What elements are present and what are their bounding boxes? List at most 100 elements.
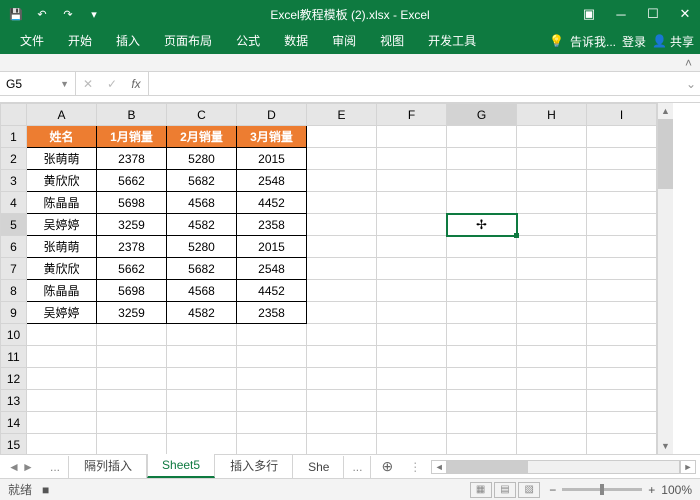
sheet-overflow-right[interactable]: ... <box>344 456 371 478</box>
cell[interactable] <box>517 412 587 434</box>
cell[interactable] <box>587 214 657 236</box>
cell[interactable] <box>307 280 377 302</box>
cell[interactable] <box>377 324 447 346</box>
hscroll-right-icon[interactable]: ► <box>680 460 696 474</box>
cell[interactable] <box>517 280 587 302</box>
cell[interactable] <box>167 346 237 368</box>
zoom-slider[interactable] <box>562 488 642 491</box>
sheet-nav-next-icon[interactable]: ► <box>22 460 34 474</box>
cell[interactable] <box>97 324 167 346</box>
cell[interactable] <box>237 368 307 390</box>
cell[interactable] <box>27 346 97 368</box>
cell[interactable] <box>447 126 517 148</box>
col-header[interactable]: G <box>447 104 517 126</box>
name-box-dropdown-icon[interactable]: ▼ <box>60 79 69 89</box>
cell[interactable]: 4452 <box>237 280 307 302</box>
cell[interactable] <box>587 302 657 324</box>
cell[interactable] <box>307 346 377 368</box>
cell[interactable] <box>167 412 237 434</box>
cell[interactable] <box>27 434 97 455</box>
collapse-ribbon-icon[interactable]: ˄ <box>685 56 692 70</box>
ribbon-options-icon[interactable]: ▣ <box>574 0 604 28</box>
cell[interactable] <box>447 170 517 192</box>
cell[interactable]: 3259 <box>97 214 167 236</box>
cell[interactable]: 4568 <box>167 280 237 302</box>
cell[interactable] <box>517 434 587 455</box>
save-icon[interactable]: 💾 <box>6 4 26 24</box>
cell[interactable] <box>97 346 167 368</box>
col-header[interactable]: B <box>97 104 167 126</box>
cell[interactable]: 4582 <box>167 302 237 324</box>
cell[interactable] <box>307 302 377 324</box>
page-break-view-icon[interactable]: ▧ <box>518 482 540 498</box>
cell[interactable]: 2月销量 <box>167 126 237 148</box>
row-header[interactable]: 8 <box>1 280 27 302</box>
ribbon-tab-1[interactable]: 开始 <box>56 27 104 54</box>
enter-formula-icon[interactable]: ✓ <box>100 77 124 91</box>
cell[interactable] <box>377 126 447 148</box>
cell[interactable] <box>377 302 447 324</box>
cell[interactable] <box>447 302 517 324</box>
row-header[interactable]: 2 <box>1 148 27 170</box>
cell[interactable] <box>377 412 447 434</box>
cell[interactable] <box>517 214 587 236</box>
cell[interactable] <box>377 258 447 280</box>
col-header[interactable]: A <box>27 104 97 126</box>
sheet-tab[interactable]: 隔列插入 <box>69 453 147 478</box>
ribbon-tab-7[interactable]: 视图 <box>368 27 416 54</box>
cell[interactable]: 2358 <box>237 214 307 236</box>
cell[interactable] <box>377 368 447 390</box>
row-header[interactable]: 11 <box>1 346 27 368</box>
cell[interactable]: 5280 <box>167 236 237 258</box>
cell[interactable]: 2548 <box>237 170 307 192</box>
sheet-nav-prev-icon[interactable]: ◄ <box>8 460 20 474</box>
sheet-tab[interactable]: Sheet5 <box>147 453 215 478</box>
cell[interactable] <box>517 368 587 390</box>
cell[interactable]: 5698 <box>97 192 167 214</box>
close-icon[interactable]: ✕ <box>670 0 700 28</box>
cell[interactable] <box>587 170 657 192</box>
cell[interactable] <box>517 148 587 170</box>
row-header[interactable]: 1 <box>1 126 27 148</box>
cell[interactable] <box>587 368 657 390</box>
row-header[interactable]: 13 <box>1 390 27 412</box>
col-header[interactable]: C <box>167 104 237 126</box>
cell[interactable]: 黄欣欣 <box>27 258 97 280</box>
cell[interactable]: 黄欣欣 <box>27 170 97 192</box>
cell[interactable]: 2358 <box>237 302 307 324</box>
ribbon-tab-3[interactable]: 页面布局 <box>152 27 224 54</box>
cell[interactable]: 张萌萌 <box>27 236 97 258</box>
horizontal-scrollbar[interactable] <box>447 460 680 474</box>
cell[interactable] <box>307 434 377 455</box>
cell[interactable]: 2378 <box>97 148 167 170</box>
spreadsheet-grid[interactable]: ABCDEFGHI1姓名1月销量2月销量3月销量2张萌萌237852802015… <box>0 103 700 454</box>
scroll-down-icon[interactable]: ▼ <box>658 438 673 454</box>
cell[interactable] <box>237 390 307 412</box>
cell[interactable] <box>517 390 587 412</box>
cell[interactable] <box>377 346 447 368</box>
cell[interactable] <box>377 280 447 302</box>
cell[interactable] <box>307 170 377 192</box>
cell[interactable] <box>237 412 307 434</box>
cell[interactable]: 5682 <box>167 258 237 280</box>
cell[interactable] <box>307 258 377 280</box>
cell[interactable] <box>307 412 377 434</box>
vertical-scrollbar[interactable]: ▲ ▼ <box>657 103 673 454</box>
cell[interactable] <box>237 434 307 455</box>
cell[interactable] <box>237 324 307 346</box>
col-header[interactable]: F <box>377 104 447 126</box>
cell[interactable]: 5662 <box>97 170 167 192</box>
ribbon-tab-0[interactable]: 文件 <box>8 27 56 54</box>
col-header[interactable]: H <box>517 104 587 126</box>
cell[interactable] <box>237 346 307 368</box>
normal-view-icon[interactable]: ▦ <box>470 482 492 498</box>
cell[interactable] <box>167 324 237 346</box>
cancel-formula-icon[interactable]: ✕ <box>76 77 100 91</box>
cell[interactable] <box>447 390 517 412</box>
cell[interactable] <box>307 126 377 148</box>
formula-input[interactable] <box>149 72 682 95</box>
cell[interactable]: 吴婷婷 <box>27 302 97 324</box>
cell[interactable]: 陈晶晶 <box>27 192 97 214</box>
sheet-overflow-left[interactable]: ... <box>42 456 69 478</box>
row-header[interactable]: 4 <box>1 192 27 214</box>
